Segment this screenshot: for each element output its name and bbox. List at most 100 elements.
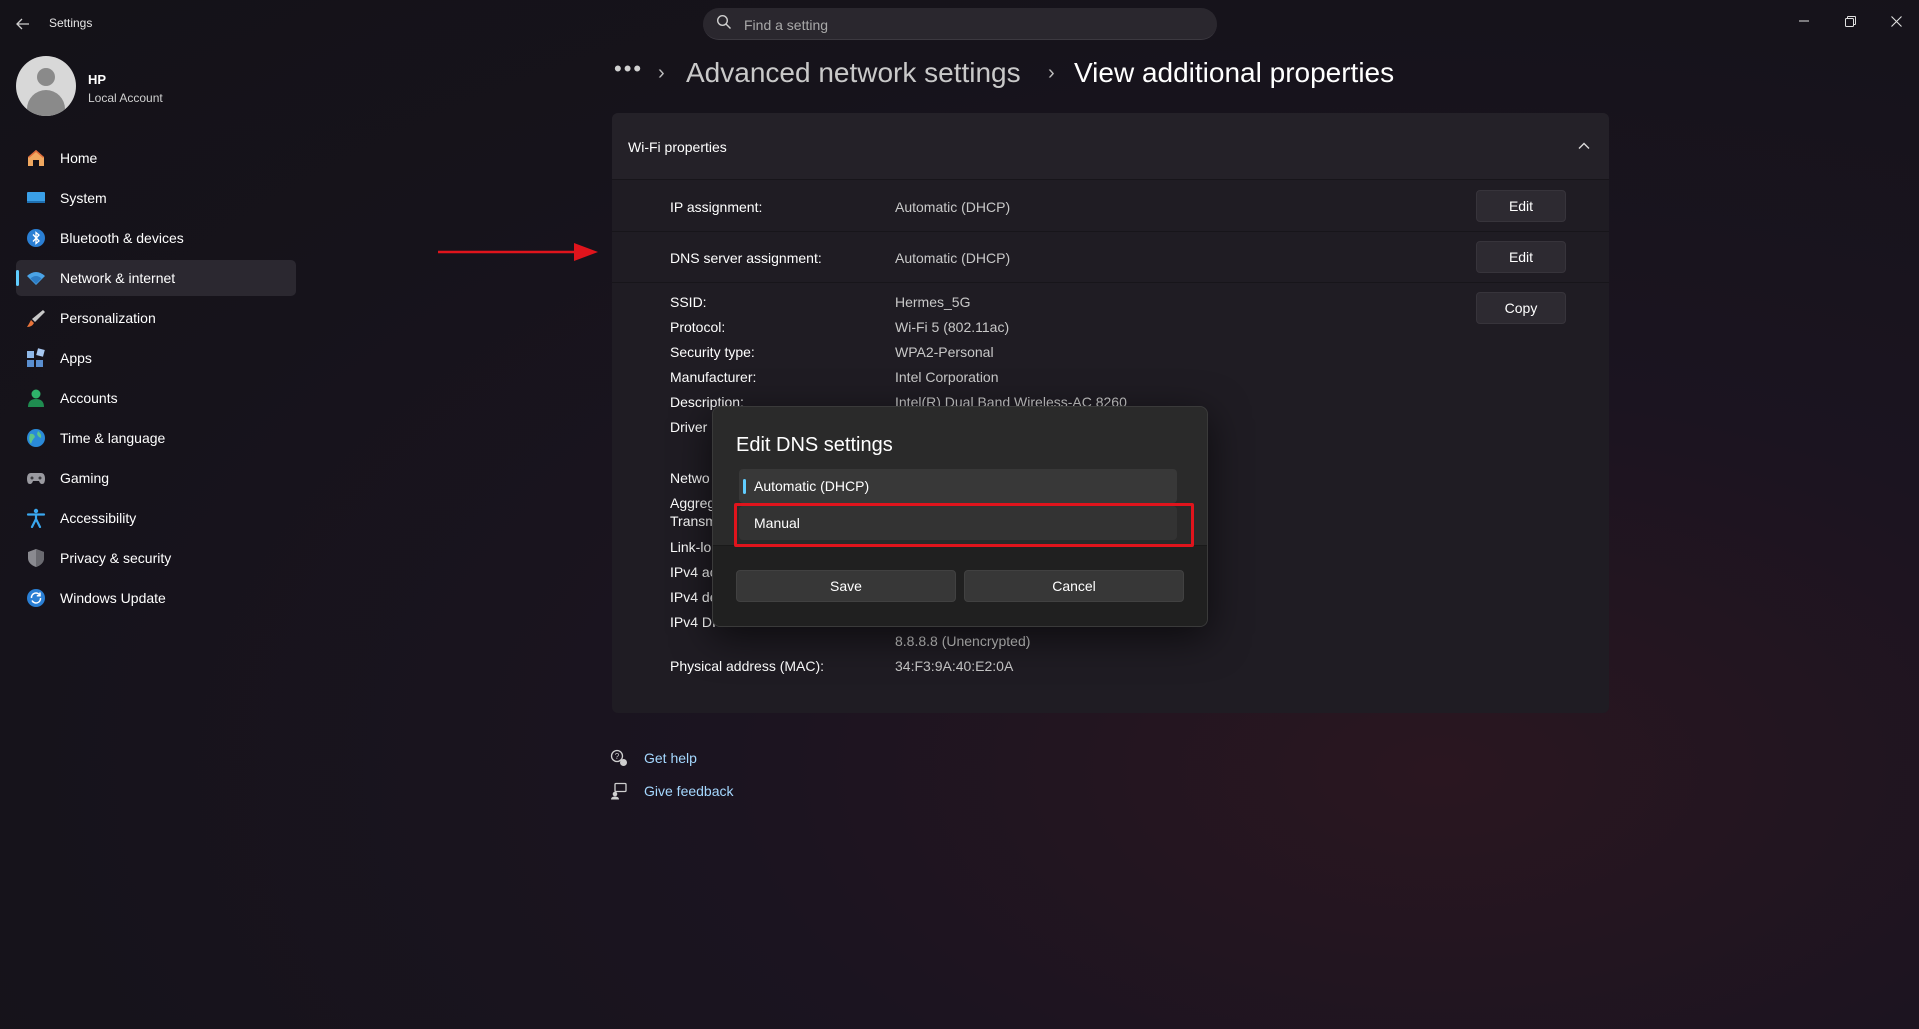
security-type-value: WPA2-Personal (895, 344, 994, 360)
sidebar-item-label: Network & internet (60, 270, 176, 286)
sidebar-item-time-language[interactable]: Time & language (16, 420, 296, 456)
feedback-icon (611, 782, 627, 800)
breadcrumb-more-button[interactable]: ••• (614, 56, 643, 82)
ipv4-gateway-label: IPv4 de (670, 589, 718, 605)
copy-button[interactable]: Copy (1476, 292, 1566, 324)
transmit-label: Transm (670, 513, 717, 529)
sidebar-item-label: Accounts (60, 390, 118, 406)
sidebar-item-label: Accessibility (60, 510, 137, 526)
save-button[interactable]: Save (736, 570, 956, 602)
sidebar-item-label: Windows Update (60, 590, 166, 606)
annotation-highlight-box (734, 503, 1194, 547)
accessibility-icon (26, 508, 46, 528)
network-label: Netwo (670, 470, 710, 486)
sidebar-item-label: Apps (60, 350, 92, 366)
back-arrow-icon (16, 18, 29, 30)
cancel-button[interactable]: Cancel (964, 570, 1184, 602)
avatar-head-icon (37, 68, 55, 86)
wifi-properties-title: Wi-Fi properties (628, 139, 727, 155)
ipv4-address-label: IPv4 ac (670, 564, 717, 580)
restore-icon (1844, 15, 1856, 27)
system-icon (27, 192, 45, 203)
ip-edit-button[interactable]: Edit (1476, 190, 1566, 222)
mac-value: 34:F3:9A:40:E2:0A (895, 658, 1014, 674)
sidebar-item-system[interactable]: System (16, 180, 296, 216)
gamepad-icon (27, 473, 45, 484)
close-icon (1890, 15, 1902, 27)
sidebar-item-personalization[interactable]: Personalization (16, 300, 296, 336)
sidebar-item-bluetooth[interactable]: Bluetooth & devices (16, 220, 296, 256)
sidebar-item-label: Gaming (60, 470, 110, 486)
chevron-up-icon[interactable] (1576, 138, 1592, 154)
restore-button[interactable] (1827, 6, 1873, 36)
brush-icon (27, 310, 45, 327)
sidebar-item-privacy-security[interactable]: Privacy & security (16, 540, 296, 576)
dialog-title: Edit DNS settings (736, 434, 893, 456)
mac-label: Physical address (MAC): (670, 658, 825, 674)
page-title: View additional properties (1074, 57, 1395, 88)
ip-assignment-value: Automatic (DHCP) (895, 199, 1011, 215)
wifi-icon (27, 272, 45, 285)
breadcrumb-separator: › (1048, 62, 1055, 84)
minimize-button[interactable] (1781, 6, 1827, 36)
sidebar-item-label: Personalization (60, 310, 156, 326)
sidebar-item-network[interactable]: Network & internet (16, 260, 296, 296)
link-local-label: Link-lo (670, 539, 712, 555)
bluetooth-icon (27, 229, 45, 247)
account-type: Local Account (88, 91, 163, 105)
help-icon: ? (610, 749, 627, 766)
sidebar-item-home[interactable]: Home (16, 140, 296, 176)
home-icon (28, 150, 44, 166)
search-input[interactable] (742, 10, 1206, 40)
avatar-body-icon (27, 90, 65, 116)
breadcrumb-separator: › (658, 62, 665, 84)
ip-assignment-label: IP assignment: (670, 199, 763, 215)
driver-label: Driver (670, 419, 708, 435)
sidebar-item-label: Bluetooth & devices (60, 230, 184, 246)
user-name: HP (88, 72, 107, 87)
avatar[interactable] (16, 56, 76, 116)
sidebar-item-label: Privacy & security (60, 550, 172, 566)
person-icon (28, 389, 44, 407)
minimize-icon (1799, 20, 1809, 22)
aggregated-label: Aggreg (670, 495, 716, 511)
sidebar-item-accessibility[interactable]: Accessibility (16, 500, 296, 536)
sidebar-item-label: Time & language (60, 430, 166, 446)
dns-assignment-value: Automatic (DHCP) (895, 250, 1011, 266)
apps-icon (27, 348, 45, 367)
update-icon (27, 589, 45, 607)
manufacturer-value: Intel Corporation (895, 369, 999, 385)
ipv4-dns-label: IPv4 DI (670, 614, 716, 630)
get-help-link[interactable]: Get help (644, 750, 697, 766)
sidebar-nav: Home System Bluetooth & devices Network … (16, 140, 296, 620)
sidebar-item-label: System (60, 190, 107, 206)
globe-icon (27, 429, 45, 447)
protocol-label: Protocol: (670, 319, 726, 335)
dns-option-automatic[interactable]: Automatic (DHCP) (739, 469, 1177, 503)
annotation-arrow-icon (438, 243, 598, 261)
manufacturer-label: Manufacturer: (670, 369, 757, 385)
svg-text:?: ? (615, 752, 620, 761)
row-divider (612, 282, 1609, 283)
ssid-value: Hermes_5G (895, 294, 971, 310)
ssid-label: SSID: (670, 294, 707, 310)
dns-edit-button[interactable]: Edit (1476, 241, 1566, 273)
sidebar-item-apps[interactable]: Apps (16, 340, 296, 376)
sidebar-item-label: Home (60, 150, 98, 166)
row-divider (612, 231, 1609, 232)
security-type-label: Security type: (670, 344, 755, 360)
sidebar-item-gaming[interactable]: Gaming (16, 460, 296, 496)
close-button[interactable] (1873, 6, 1919, 36)
wifi-properties-header[interactable] (612, 113, 1609, 180)
dns-assignment-label: DNS server assignment: (670, 250, 822, 266)
sidebar-item-windows-update[interactable]: Windows Update (16, 580, 296, 616)
window-title: Settings (49, 16, 93, 30)
search-icon (716, 14, 731, 29)
sidebar-item-accounts[interactable]: Accounts (16, 380, 296, 416)
dns-server-value: 8.8.8.8 (Unencrypted) (895, 633, 1031, 649)
protocol-value: Wi-Fi 5 (802.11ac) (895, 319, 1010, 335)
shield-icon (28, 549, 44, 567)
give-feedback-link[interactable]: Give feedback (644, 783, 734, 799)
breadcrumb-advanced-network[interactable]: Advanced network settings (686, 57, 1021, 89)
back-button[interactable] (10, 12, 36, 36)
